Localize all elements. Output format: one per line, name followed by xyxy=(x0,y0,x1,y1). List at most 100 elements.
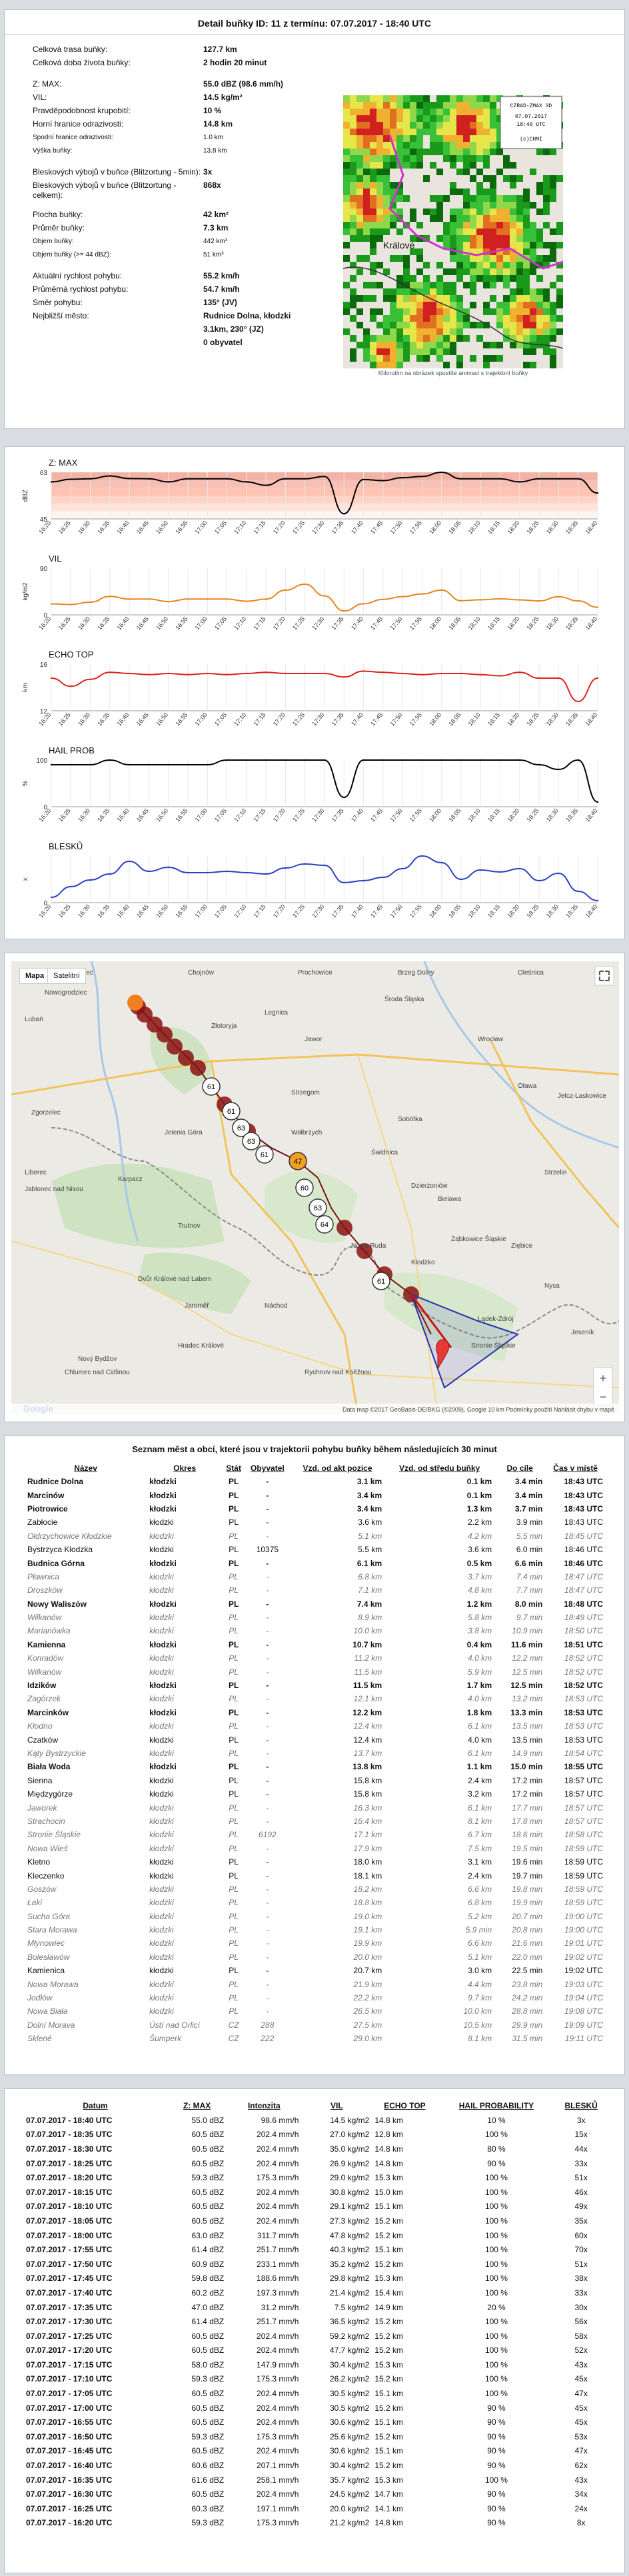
radar-pixel xyxy=(450,222,456,228)
table-row: Nowa Morawa kłodzki PL -21.9 km 4.4 km 23.8 m… xyxy=(25,1977,606,1990)
info-row: 3.1km, 230° (JZ) xyxy=(33,323,326,336)
table-cell: CZ xyxy=(228,2034,239,2044)
radar-pixel xyxy=(363,222,370,228)
radar-pixel xyxy=(483,268,490,275)
radar-pixel xyxy=(470,162,476,169)
radar-pixel xyxy=(436,275,443,282)
radar-pixel xyxy=(516,175,523,182)
map-type-satellite-tab[interactable]: Satelitní xyxy=(47,968,86,984)
zoom-out-icon[interactable]: − xyxy=(600,1390,607,1404)
radar-pixel xyxy=(430,308,436,315)
map-footer: Data map ©2017 GeoBasis-DE/BKG (©2009), … xyxy=(342,1406,614,1413)
radar-pixel xyxy=(390,302,396,308)
table-cell: kłodzki xyxy=(149,1477,177,1487)
radar-pixel xyxy=(430,195,436,202)
radar-pixel xyxy=(456,262,463,268)
table-cell: 55.0 dBZ xyxy=(191,2115,225,2125)
radar-pixel xyxy=(416,95,423,102)
radar-pixel xyxy=(370,95,376,102)
radar-pixel xyxy=(350,135,356,142)
table-cell: kłodzki xyxy=(149,1898,174,1908)
data-point xyxy=(382,480,384,482)
table-cell: 80 % xyxy=(487,2144,506,2154)
radar-pixel xyxy=(403,308,410,315)
info-label xyxy=(33,336,203,338)
data-point xyxy=(382,671,384,673)
info-value: Rudnice Dolna, kłodzki xyxy=(203,311,291,320)
radar-pixel xyxy=(530,308,536,315)
table-cell: kłodzki xyxy=(149,1789,174,1799)
radar-pixel xyxy=(490,355,496,362)
zoom-in-icon[interactable]: + xyxy=(600,1372,607,1385)
table-cell: 18:52 UTC xyxy=(564,1667,603,1677)
table-cell: - xyxy=(266,1571,269,1581)
x-tick-label: 17:55 xyxy=(408,903,423,919)
table-cell: 14.8 km xyxy=(374,2518,404,2528)
storm-cell-start[interactable] xyxy=(127,995,143,1011)
storm-cell-marker[interactable] xyxy=(336,1220,352,1236)
radar-pixel xyxy=(376,202,383,209)
radar-pixel xyxy=(483,275,490,282)
radar-pixel xyxy=(370,262,376,268)
table-cell: 18:59 UTC xyxy=(564,1857,603,1867)
info-value: 7.3 km xyxy=(203,223,229,232)
table-cell: 98.6 mm/h xyxy=(261,2115,299,2125)
table-cell: 8.0 min xyxy=(514,1599,543,1609)
table-cell: 18:50 UTC xyxy=(564,1626,603,1636)
radar-pixel xyxy=(523,322,530,328)
radar-pixel xyxy=(356,342,363,348)
radar-pixel xyxy=(463,322,470,328)
radar-pixel xyxy=(470,228,476,235)
radar-pixel xyxy=(390,109,396,115)
info-row: Průměr buňky: 7.3 km xyxy=(33,222,326,235)
radar-pixel xyxy=(390,342,396,348)
radar-pixel xyxy=(536,209,543,215)
data-point xyxy=(480,599,482,601)
radar-pixel xyxy=(456,155,463,162)
radar-pixel xyxy=(403,262,410,268)
radar-pixel xyxy=(356,295,363,302)
radar-pixel xyxy=(490,268,496,275)
table-cell: 26.9 kg/m2 xyxy=(329,2158,370,2168)
table-cell: 26.5 km xyxy=(353,2006,382,2016)
map-type-map-tab[interactable]: Mapa xyxy=(19,968,51,984)
table-cell: 07.07.2017 - 16:30 UTC xyxy=(26,2489,113,2499)
x-tick-label: 17:40 xyxy=(350,903,364,919)
x-tick-label: 16:30 xyxy=(77,520,91,536)
cities-header-cell: Stát xyxy=(226,1464,241,1473)
trajectory-map[interactable]: 61616363614760636461 BolesławiecChojnówP… xyxy=(11,961,619,1414)
table-cell: PL xyxy=(228,1707,239,1717)
table-row: 07.07.2017 - 17:45 UTC 59.8 dBZ 188.6 mm/h… xyxy=(23,2272,607,2286)
map-place-label: Jawor xyxy=(305,1036,322,1043)
map-place-label: Jelenia Góra xyxy=(165,1129,203,1136)
radar-pixel xyxy=(410,308,416,315)
radar-pixel xyxy=(456,189,463,195)
radar-pixel xyxy=(356,149,363,155)
radar-pixel xyxy=(470,222,476,228)
table-cell: 22.5 min xyxy=(512,1966,543,1976)
table-row: Sklené Šumperk CZ 222 29.0 km 8.1 km 31.5 min 1… xyxy=(25,2032,606,2045)
radar-pixel xyxy=(476,115,483,122)
info-label: Z: MAX: xyxy=(33,79,62,89)
radar-image[interactable]: Králové CZRAD-ZMAX 3D 07.07.2017 18:40 U… xyxy=(343,95,563,368)
table-cell: 202.4 mm/h xyxy=(257,2130,299,2140)
data-point xyxy=(245,759,248,761)
radar-pixel xyxy=(370,142,376,149)
history-header-cell: Datum xyxy=(83,2101,108,2110)
table-cell: kłodzki xyxy=(149,1966,174,1976)
storm-cell-marker[interactable] xyxy=(190,1060,206,1076)
table-cell: - xyxy=(266,2006,269,2016)
fullscreen-icon[interactable] xyxy=(594,966,614,986)
info-value: 51 km³ xyxy=(203,251,224,258)
x-tick-label: 16:40 xyxy=(116,520,131,536)
table-cell: 19:04 UTC xyxy=(564,1993,603,2003)
storm-cell-marker[interactable] xyxy=(167,1039,183,1055)
table-cell: PL xyxy=(228,1477,239,1487)
info-label: Nejbližší město: xyxy=(33,311,89,320)
radar-pixel xyxy=(370,129,376,135)
x-tick-label: 18:30 xyxy=(545,807,560,823)
radar-pixel xyxy=(536,302,543,308)
radar-pixel xyxy=(443,335,450,342)
table-cell: - xyxy=(266,1517,269,1527)
radar-pixel xyxy=(490,129,496,135)
